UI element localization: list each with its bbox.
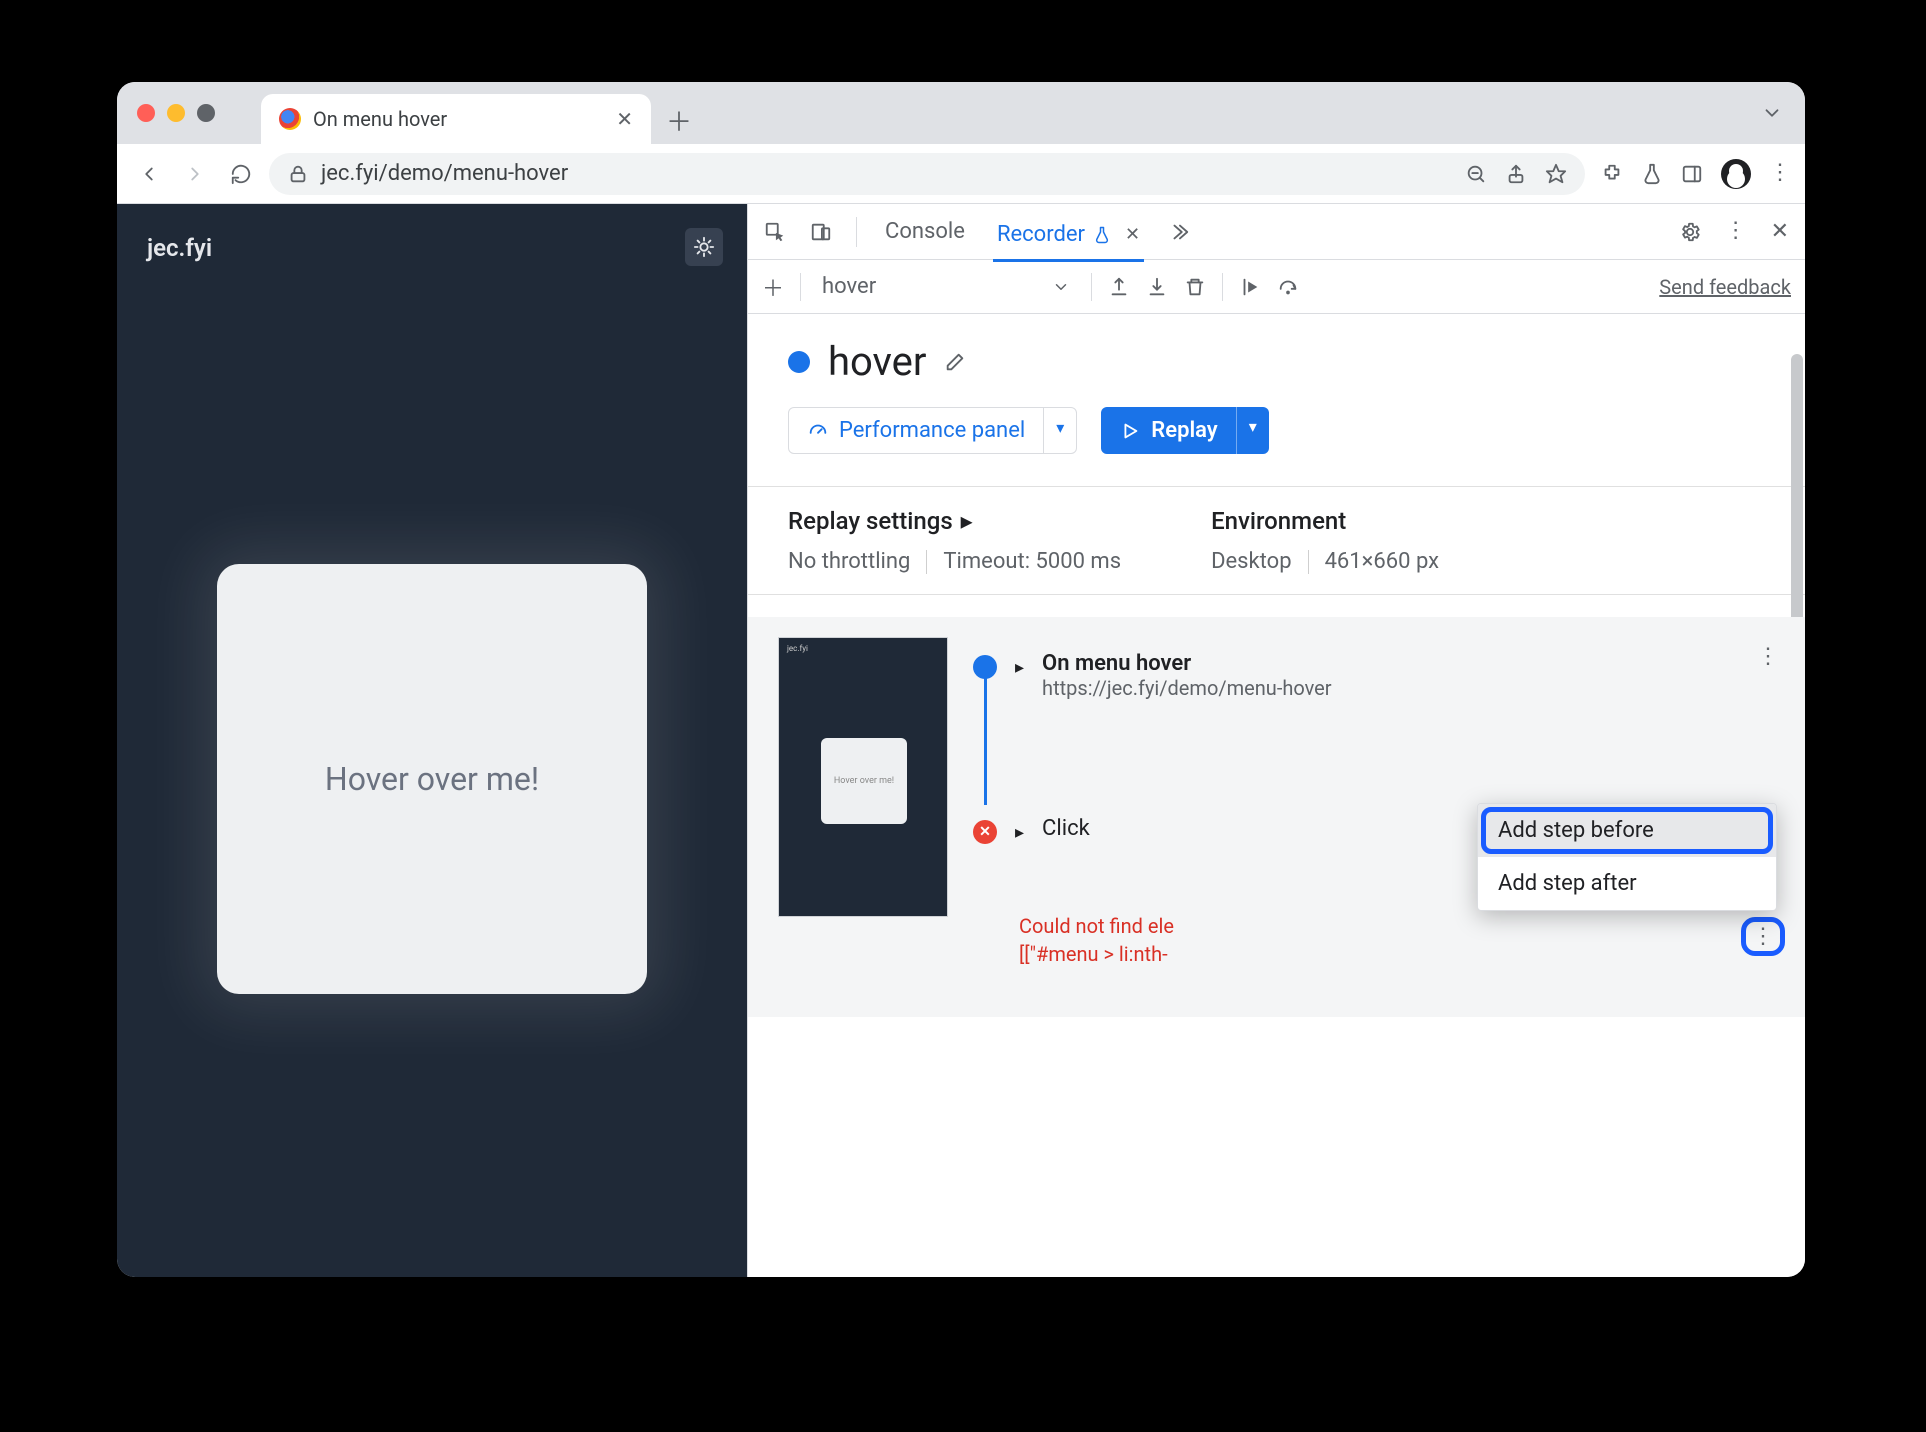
address-bar[interactable]: jec.fyi/demo/menu-hover	[269, 153, 1585, 195]
profile-avatar[interactable]	[1721, 159, 1751, 189]
send-feedback-link[interactable]: Send feedback	[1659, 275, 1791, 299]
browser-window: On menu hover ✕ ＋ jec.fyi/demo/menu-hove…	[117, 82, 1805, 1277]
step-play-icon[interactable]	[1239, 276, 1261, 298]
dimensions-value: 461×660 px	[1325, 549, 1440, 574]
environment-heading: Environment	[1211, 507, 1439, 535]
device-toolbar-icon[interactable]	[810, 221, 832, 243]
steps-panel: jec.fyi Hover over me! ▸ On menu hover h…	[748, 617, 1805, 1017]
browser-menu-icon[interactable]: ⋮	[1769, 169, 1791, 178]
forward-button[interactable]	[177, 156, 213, 192]
favicon-icon	[279, 108, 301, 130]
step-error-message: Could not find ele [["#menu > li:nth-	[1019, 912, 1785, 968]
devtools-close-icon[interactable]: ✕	[1771, 219, 1789, 244]
recording-select[interactable]: hover	[817, 271, 1075, 302]
hover-card-text: Hover over me!	[325, 760, 539, 798]
tab-console[interactable]: Console	[881, 213, 969, 250]
step-context-menu: Add step before Add step after	[1477, 803, 1777, 911]
step-menu-icon-highlight[interactable]: ⋮	[1741, 928, 1785, 947]
edit-title-icon[interactable]	[944, 351, 966, 373]
bookmark-star-icon[interactable]	[1545, 163, 1567, 185]
settings-gear-icon[interactable]	[1679, 221, 1701, 243]
traffic-minimize-icon[interactable]	[167, 104, 185, 122]
devtools-panel: Console Recorder ✕ ⋮ ✕ ＋ hover	[747, 204, 1805, 1277]
replay-settings-heading[interactable]: Replay settings ▸	[788, 507, 1121, 535]
step-title: Click	[1042, 816, 1090, 841]
extensions-icon[interactable]	[1601, 163, 1623, 185]
step-over-icon[interactable]	[1277, 276, 1299, 298]
new-tab-button[interactable]: ＋	[659, 100, 699, 140]
step-connector	[984, 675, 987, 805]
page-thumbnail: jec.fyi Hover over me!	[778, 637, 948, 917]
traffic-close-icon[interactable]	[137, 104, 155, 122]
browser-tab[interactable]: On menu hover ✕	[261, 94, 651, 144]
device-value: Desktop	[1211, 549, 1292, 574]
url-text: jec.fyi/demo/menu-hover	[321, 161, 568, 186]
tab-recorder[interactable]: Recorder ✕	[993, 216, 1144, 262]
chevron-right-icon: ▸	[961, 507, 973, 535]
omnibox-actions	[1465, 163, 1567, 185]
close-tab-icon[interactable]: ✕	[1125, 224, 1140, 245]
browser-toolbar: jec.fyi/demo/menu-hover ⋮	[117, 144, 1805, 204]
recorder-settings: Replay settings ▸ No throttling Timeout:…	[748, 486, 1805, 595]
throttling-value: No throttling	[788, 549, 910, 574]
labs-icon[interactable]	[1641, 163, 1663, 185]
recorder-toolbar: ＋ hover Send feedback	[748, 260, 1805, 314]
delete-icon[interactable]	[1184, 276, 1206, 298]
inspect-element-icon[interactable]	[764, 221, 786, 243]
theme-toggle-button[interactable]	[685, 228, 723, 266]
hover-card[interactable]: Hover over me!	[217, 564, 647, 994]
expand-icon[interactable]: ▸	[1015, 822, 1024, 843]
step-url: https://jec.fyi/demo/menu-hover	[1042, 676, 1332, 700]
traffic-maximize-icon[interactable]	[197, 104, 215, 122]
expand-icon[interactable]: ▸	[1015, 657, 1024, 678]
more-tabs-icon[interactable]	[1168, 221, 1190, 243]
devtools-tabbar: Console Recorder ✕ ⋮ ✕	[748, 204, 1805, 260]
share-icon[interactable]	[1505, 163, 1527, 185]
step-error-icon: ✕	[973, 820, 997, 844]
tab-strip: On menu hover ✕ ＋	[117, 82, 1805, 144]
recording-title: hover	[828, 338, 926, 385]
step-row[interactable]: ▸ On menu hover https://jec.fyi/demo/men…	[973, 643, 1785, 708]
replay-dropdown-icon[interactable]: ▾	[1236, 407, 1269, 454]
tabs-overflow-icon[interactable]	[1761, 102, 1783, 124]
lock-icon	[287, 163, 309, 185]
menu-add-step-after[interactable]: Add step after	[1478, 857, 1776, 910]
sidepanel-icon[interactable]	[1681, 163, 1703, 185]
tab-title: On menu hover	[313, 107, 447, 131]
menu-add-step-before[interactable]: Add step before	[1478, 804, 1776, 857]
recording-indicator-icon	[788, 351, 810, 373]
export-icon[interactable]	[1108, 276, 1130, 298]
back-button[interactable]	[131, 156, 167, 192]
reload-button[interactable]	[223, 156, 259, 192]
replay-button[interactable]: Replay ▾	[1101, 407, 1269, 454]
import-icon[interactable]	[1146, 276, 1168, 298]
recorder-body: hover Performance panel ▾ Re	[748, 314, 1805, 1017]
zoom-out-icon[interactable]	[1465, 163, 1487, 185]
devtools-menu-icon[interactable]: ⋮	[1725, 227, 1747, 236]
rendered-page: jec.fyi Hover over me!	[117, 204, 747, 1277]
timeout-value: Timeout: 5000 ms	[943, 549, 1121, 574]
new-recording-button[interactable]: ＋	[762, 271, 784, 303]
step-timeline: ▸ On menu hover https://jec.fyi/demo/men…	[973, 643, 1785, 968]
site-title: jec.fyi	[147, 234, 717, 262]
person-icon	[1729, 164, 1743, 178]
performance-panel-button[interactable]: Performance panel ▾	[788, 407, 1077, 454]
step-menu-icon[interactable]: ⋮	[1757, 653, 1779, 662]
thumb-card: Hover over me!	[821, 738, 907, 824]
thumb-site-title: jec.fyi	[787, 644, 808, 653]
tab-close-icon[interactable]: ✕	[616, 107, 633, 131]
window-controls	[137, 104, 215, 122]
performance-dropdown-icon[interactable]: ▾	[1043, 408, 1076, 453]
step-title: On menu hover	[1042, 651, 1332, 676]
